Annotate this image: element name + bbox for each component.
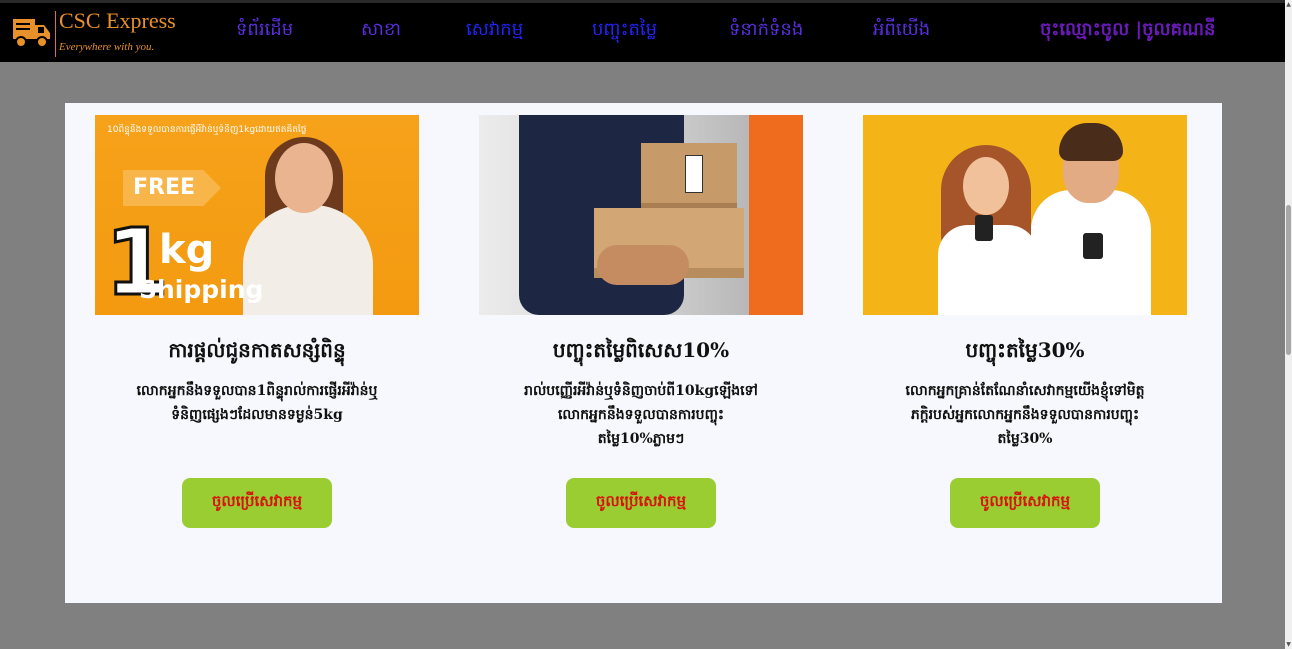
services-panel: 10ពិន្ទុនឹងទទួលបានការផ្ញើអីវ៉ាន់ឬទំនិញ1k… — [65, 103, 1222, 603]
nav-home[interactable]: ទំព័រដើម — [236, 17, 293, 44]
top-navbar: CSC Express Everywhere with you. ទំព័រដើ… — [0, 0, 1285, 62]
logo-divider — [55, 11, 56, 57]
use-service-button[interactable]: ចូលប្រើសេវាកម្ម — [182, 478, 332, 528]
auth-separator: | — [1129, 19, 1143, 40]
login-link[interactable]: ចុះឈ្មោះចូល — [1040, 19, 1129, 40]
card-description: លោកអ្នកនឹងទទួលបាន1ពិន្ទុរាល់ការផ្ញើរអីវ៉… — [136, 383, 378, 423]
card-description: លោកអ្នកគ្រាន់តែណែនាំសេវាកម្មយើងខ្ញុំទៅមិ… — [905, 383, 1145, 447]
nav-services[interactable]: សេវាកម្ម — [466, 17, 523, 44]
service-card-points: 10ពិន្ទុនឹងទទួលបានការផ្ញើអីវ៉ាន់ឬទំនិញ1k… — [95, 115, 419, 528]
truck-icon — [13, 19, 50, 48]
man-hair — [1059, 123, 1123, 161]
promo-person-head — [275, 143, 333, 213]
promo-kg: kg — [159, 227, 215, 273]
register-link[interactable]: ចូលគណនី — [1142, 19, 1215, 40]
customer-sleeve — [749, 115, 803, 315]
nav-about[interactable]: អំពីយើង — [873, 17, 930, 44]
couple-phones-photo — [863, 115, 1187, 315]
barcode-label — [685, 155, 703, 193]
scroll-down-arrow-icon[interactable]: ▼ — [1285, 641, 1292, 648]
promo-shipping: Shipping — [139, 275, 264, 304]
nav-discounts[interactable]: បញ្ចុះតម្លៃ — [592, 17, 657, 44]
logo-title: CSC Express — [59, 8, 176, 33]
page-scrollbar[interactable]: ▲ ▼ — [1285, 0, 1292, 649]
nav-branches[interactable]: សាខា — [361, 17, 401, 44]
service-card-discount-10: បញ្ចុះតម្លៃពិសេស10% រាល់បញ្ញើរអីវ៉ាន់ឬទំ… — [479, 115, 803, 528]
scroll-up-arrow-icon[interactable]: ▲ — [1285, 1, 1292, 8]
auth-links: ចុះឈ្មោះចូល |ចូលគណនី — [1040, 17, 1215, 44]
service-card-discount-30: បញ្ចុះតម្លៃ30% លោកអ្នកគ្រាន់តែណែនាំសេវាក… — [863, 115, 1187, 528]
scroll-thumb[interactable] — [1286, 205, 1291, 355]
card-title: បញ្ចុះតម្លៃ30% — [965, 338, 1085, 362]
card-title: បញ្ចុះតម្លៃពិសេស10% — [552, 338, 730, 362]
promo-topline: 10ពិន្ទុនឹងទទួលបានការផ្ញើអីវ៉ាន់ឬទំនិញ1k… — [107, 125, 307, 135]
phone-icon — [975, 215, 993, 241]
woman-face — [963, 157, 1009, 215]
delivery-photo — [479, 115, 803, 315]
courier-hands — [597, 245, 689, 285]
card-description: រាល់បញ្ញើរអីវ៉ាន់ឬទំនិញចាប់ពី10kgឡើងទៅលោ… — [524, 383, 758, 447]
nav-contact[interactable]: ទំនាក់ទំនង — [729, 17, 803, 44]
free-shipping-promo-image: 10ពិន្ទុនឹងទទួលបានការផ្ញើអីវ៉ាន់ឬទំនិញ1k… — [95, 115, 419, 315]
free-tag: FREE — [123, 170, 221, 206]
phone-icon — [1083, 233, 1103, 259]
logo-tagline: Everywhere with you. — [59, 41, 155, 53]
logo[interactable]: CSC Express Everywhere with you. — [12, 7, 176, 61]
use-service-button[interactable]: ចូលប្រើសេវាកម្ម — [950, 478, 1100, 528]
use-service-button[interactable]: ចូលប្រើសេវាកម្ម — [566, 478, 716, 528]
card-title: ការផ្តល់ជូនកាតសន្សំពិន្ទុ — [168, 338, 346, 362]
